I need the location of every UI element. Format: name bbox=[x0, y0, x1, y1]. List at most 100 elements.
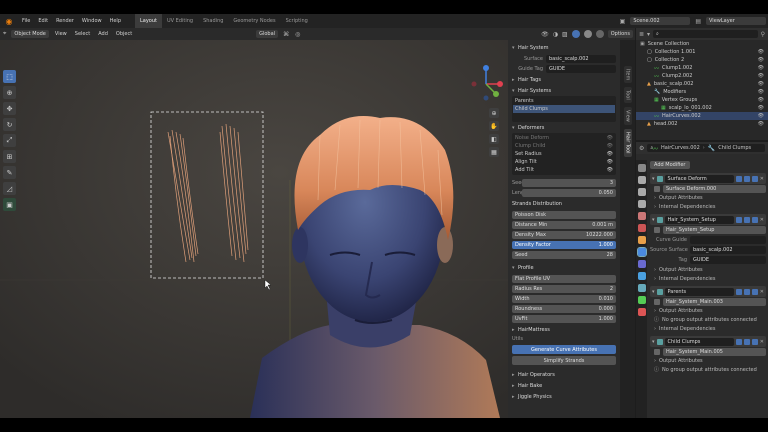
modifier-tab-icon[interactable] bbox=[636, 247, 647, 257]
blender-logo-icon[interactable]: ◉ bbox=[3, 15, 15, 27]
options-button[interactable]: Options bbox=[607, 30, 633, 38]
outliner-row[interactable]: ▦ scalp_lo_001.002 👁 bbox=[636, 104, 768, 112]
tab-geometry-nodes[interactable]: Geometry Nodes bbox=[228, 14, 280, 28]
measure-tool-icon[interactable]: ◿ bbox=[3, 182, 16, 195]
hair-bake-header[interactable]: ▸ Hair Bake bbox=[512, 380, 616, 391]
subpanel-header[interactable]: › Internal Dependencies bbox=[650, 274, 766, 283]
visibility-toggle-icon[interactable]: 👁 bbox=[758, 97, 764, 103]
viewport-toggle-icon[interactable] bbox=[743, 175, 750, 182]
object-tab-icon[interactable] bbox=[637, 236, 646, 244]
pan-icon[interactable]: ✋ bbox=[489, 121, 499, 131]
menu-render[interactable]: Render bbox=[52, 18, 78, 24]
modifier-header[interactable]: ▾ Parents ✕ bbox=[650, 286, 766, 297]
cursor-tool-icon[interactable]: ⊕ bbox=[3, 86, 16, 99]
transform-orientation-selector[interactable]: Global bbox=[256, 30, 279, 38]
visibility-toggle-icon[interactable]: 👁 bbox=[758, 113, 764, 119]
render-toggle-icon[interactable] bbox=[751, 216, 758, 223]
navigation-gizmo[interactable] bbox=[466, 64, 506, 104]
xray-icon[interactable]: ▨ bbox=[562, 31, 568, 38]
outliner-row[interactable]: 〰 Clump2.002 👁 bbox=[636, 72, 768, 80]
deformer-item[interactable]: Add Tilt 👁 bbox=[513, 166, 615, 174]
tab-shading[interactable]: Shading bbox=[198, 14, 228, 28]
eye-icon[interactable]: 👁 bbox=[607, 135, 613, 141]
display-mode-icon[interactable]: ▾ bbox=[647, 31, 650, 38]
outliner-row[interactable]: 🔧 Modifiers 👁 bbox=[636, 88, 768, 96]
scale-tool-icon[interactable]: ⤢ bbox=[3, 134, 16, 147]
shading-material-icon[interactable] bbox=[583, 30, 592, 38]
tab-uv-editing[interactable]: UV Editing bbox=[162, 14, 198, 28]
modifier-header[interactable]: ▾ Surface Deform ✕ bbox=[650, 173, 766, 184]
distance-min-field[interactable]: Distance Min 0.001 m bbox=[512, 220, 616, 229]
node-group-field[interactable]: Hair_System_Setup bbox=[663, 225, 766, 234]
visibility-icon[interactable]: 👁 bbox=[541, 31, 549, 38]
node-group-field[interactable]: Hair_System_Main.005 bbox=[663, 347, 766, 356]
hair-operators-header[interactable]: ▸ Hair Operators bbox=[512, 369, 616, 380]
outliner-row[interactable]: ▢ Collection 2 👁 bbox=[636, 56, 768, 64]
length-field[interactable]: 0.050 bbox=[522, 188, 616, 197]
guide-tag-field[interactable]: GUIDE bbox=[546, 64, 616, 73]
hair-system-header[interactable]: ▾ Hair System bbox=[512, 42, 616, 53]
outliner-row[interactable]: ▢ Collection 1.001 👁 bbox=[636, 48, 768, 56]
viewport-toggle-icon[interactable] bbox=[743, 288, 750, 295]
edit-mode-toggle-icon[interactable] bbox=[735, 288, 742, 295]
overlay-icon[interactable]: ◑ bbox=[553, 31, 558, 38]
scene-tab-icon[interactable] bbox=[637, 212, 646, 220]
simplify-strands-button[interactable]: Simplify Strands bbox=[512, 356, 616, 365]
visibility-toggle-icon[interactable]: 👁 bbox=[758, 121, 764, 127]
visibility-toggle-icon[interactable]: 👁 bbox=[758, 49, 764, 55]
view-layer-selector[interactable]: ViewLayer bbox=[706, 17, 766, 25]
scene-selector[interactable]: Scene.002 bbox=[630, 17, 691, 25]
edit-mode-toggle-icon[interactable] bbox=[735, 175, 742, 182]
viewport-menu-view[interactable]: View bbox=[51, 31, 71, 37]
outliner-row[interactable]: ▣ Scene Collection bbox=[636, 40, 768, 48]
subpanel-header[interactable]: › Output Attributes bbox=[650, 193, 766, 202]
modifier-name-field[interactable]: Child Clumps bbox=[664, 337, 734, 346]
rotate-tool-icon[interactable]: ↻ bbox=[3, 118, 16, 131]
zoom-icon[interactable]: ⊕ bbox=[489, 108, 499, 118]
outliner-row[interactable]: ▲ basic_scalp.002 👁 bbox=[636, 80, 768, 88]
add-modifier-button[interactable]: Add Modifier bbox=[650, 161, 690, 169]
constraints-tab-icon[interactable] bbox=[637, 284, 646, 292]
render-toggle-icon[interactable] bbox=[751, 288, 758, 295]
tab-view[interactable]: View bbox=[623, 107, 632, 125]
input-field[interactable]: basic_scalp.002 bbox=[690, 245, 766, 254]
tab-item[interactable]: Item bbox=[623, 66, 632, 84]
close-icon[interactable]: ✕ bbox=[760, 176, 764, 182]
jiggle-physics-header[interactable]: ▸ Jiggle Physics bbox=[512, 391, 616, 402]
hair-mattress-header[interactable]: ▸ HairMattress bbox=[512, 324, 616, 335]
menu-window[interactable]: Window bbox=[78, 18, 106, 24]
outliner-row[interactable]: ▲ head.002 👁 bbox=[636, 120, 768, 128]
subpanel-header[interactable]: › Output Attributes bbox=[650, 306, 766, 315]
output-tab-icon[interactable] bbox=[637, 188, 646, 196]
shading-rendered-icon[interactable] bbox=[595, 30, 604, 38]
properties-editor-icon[interactable]: ⚙ bbox=[639, 145, 644, 152]
deformer-item[interactable]: Align Tilt 👁 bbox=[513, 158, 615, 166]
deformer-item[interactable]: Noise Deform 👁 bbox=[513, 134, 615, 142]
camera-view-icon[interactable]: ◧ bbox=[489, 134, 499, 144]
render-toggle-icon[interactable] bbox=[751, 338, 758, 345]
list-item-parents[interactable]: Parents bbox=[513, 97, 615, 105]
outliner-row[interactable]: ▦ Vertex Groups 👁 bbox=[636, 96, 768, 104]
visibility-toggle-icon[interactable]: 👁 bbox=[758, 73, 764, 79]
view-layer-tab-icon[interactable] bbox=[637, 200, 646, 208]
strand-seed-field[interactable]: Seed 28 bbox=[512, 250, 616, 259]
modifier-header[interactable]: ▾ Child Clumps ✕ bbox=[650, 336, 766, 347]
input-field[interactable]: GUIDE bbox=[690, 255, 766, 264]
subpanel-header[interactable]: › Output Attributes bbox=[650, 265, 766, 274]
visibility-toggle-icon[interactable]: 👁 bbox=[758, 57, 764, 63]
density-factor-field[interactable]: Density Factor 1.000 bbox=[512, 240, 616, 249]
physics-tab-icon[interactable] bbox=[637, 272, 646, 280]
surface-field[interactable]: basic_scalp.002 bbox=[546, 54, 616, 63]
close-icon[interactable]: ✕ bbox=[760, 217, 764, 223]
eye-icon[interactable]: 👁 bbox=[607, 159, 613, 165]
visibility-toggle-icon[interactable]: 👁 bbox=[758, 105, 764, 111]
proportional-icon[interactable]: ◎ bbox=[295, 31, 300, 38]
eye-icon[interactable]: 👁 bbox=[607, 151, 613, 157]
subpanel-header[interactable]: › Output Attributes bbox=[650, 356, 766, 365]
eye-icon[interactable]: 👁 bbox=[607, 167, 613, 173]
tool-tab-icon[interactable] bbox=[637, 164, 646, 172]
visibility-toggle-icon[interactable]: 👁 bbox=[758, 89, 764, 95]
outliner-row[interactable]: 〰 Clump1.002 👁 bbox=[636, 64, 768, 72]
distribution-method-select[interactable]: Poisson Disk bbox=[512, 210, 616, 219]
chevron-down-icon[interactable]: ▾ bbox=[652, 217, 655, 223]
